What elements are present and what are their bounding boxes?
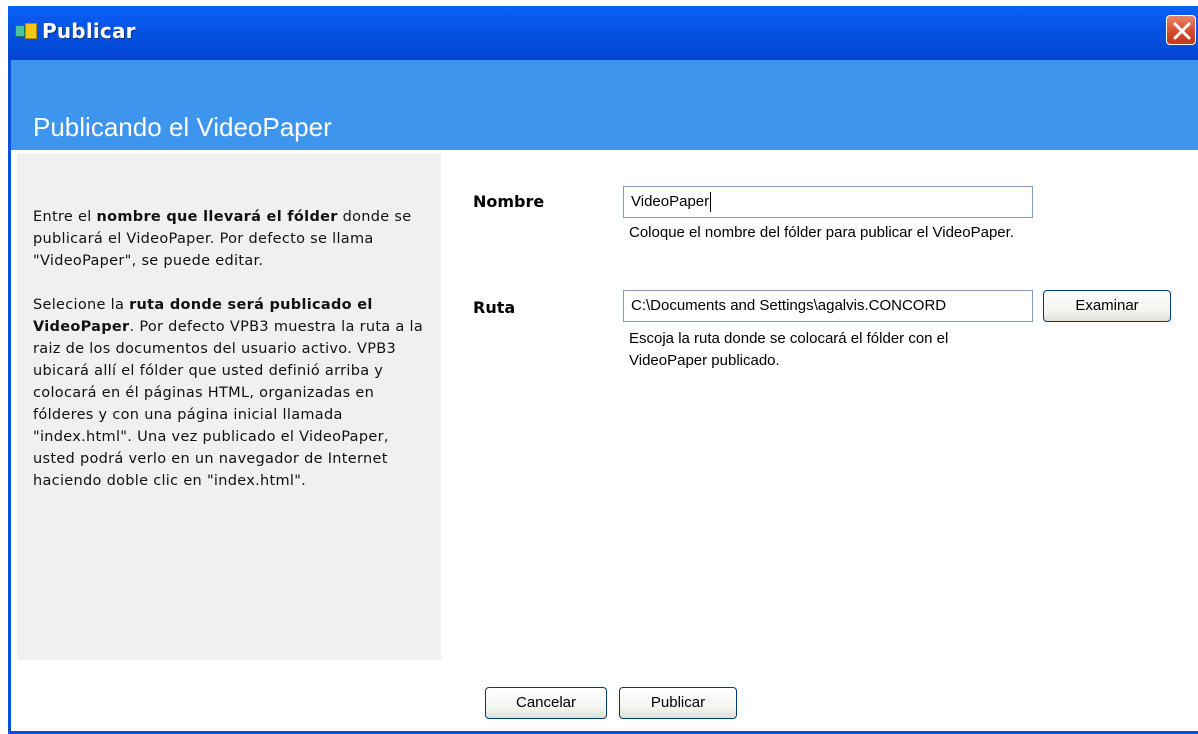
ruta-label: Ruta — [473, 298, 516, 317]
ruta-input[interactable]: C:\Documents and Settings\agalvis.CONCOR… — [623, 290, 1033, 322]
browse-button[interactable]: Examinar — [1043, 290, 1171, 322]
text-caret — [710, 192, 712, 213]
header-band: Publicando el VideoPaper — [11, 60, 1198, 150]
help-p2-post: . Por defecto VPB3 muestra la ruta a la … — [33, 319, 424, 489]
publish-dialog: Publicar Publicando el VideoPaper Entre … — [8, 6, 1198, 734]
publish-button[interactable]: Publicar — [619, 687, 737, 719]
nombre-input-value: VideoPaper — [631, 193, 710, 210]
help-paragraph-name: Entre el nombre que llevará el fólder do… — [33, 206, 433, 272]
help-p1-pre: Entre el — [33, 209, 97, 225]
help-p2-pre: Selecione la — [33, 297, 130, 313]
nombre-hint: Coloque el nombre del fólder para public… — [629, 224, 1014, 241]
window-title: Publicar — [42, 19, 136, 43]
help-panel: Entre el nombre que llevará el fólder do… — [17, 154, 441, 660]
nombre-label: Nombre — [473, 192, 545, 211]
cancel-button[interactable]: Cancelar — [485, 687, 607, 719]
nombre-input[interactable]: VideoPaper — [623, 186, 1033, 218]
app-icon — [15, 21, 37, 39]
close-icon — [1173, 22, 1191, 40]
page-title: Publicando el VideoPaper — [33, 112, 332, 142]
help-text: Entre el nombre que llevará el fólder do… — [33, 206, 433, 514]
ruta-input-value: C:\Documents and Settings\agalvis.CONCOR… — [631, 297, 947, 314]
ruta-hint: Escoja la ruta donde se colocará el fóld… — [629, 330, 949, 369]
help-paragraph-route: Selecione la ruta donde será publicado e… — [33, 294, 433, 492]
help-p1-bold: nombre que llevará el fólder — [96, 209, 338, 225]
title-bar[interactable]: Publicar — [8, 6, 1198, 60]
close-button[interactable] — [1166, 15, 1196, 45]
